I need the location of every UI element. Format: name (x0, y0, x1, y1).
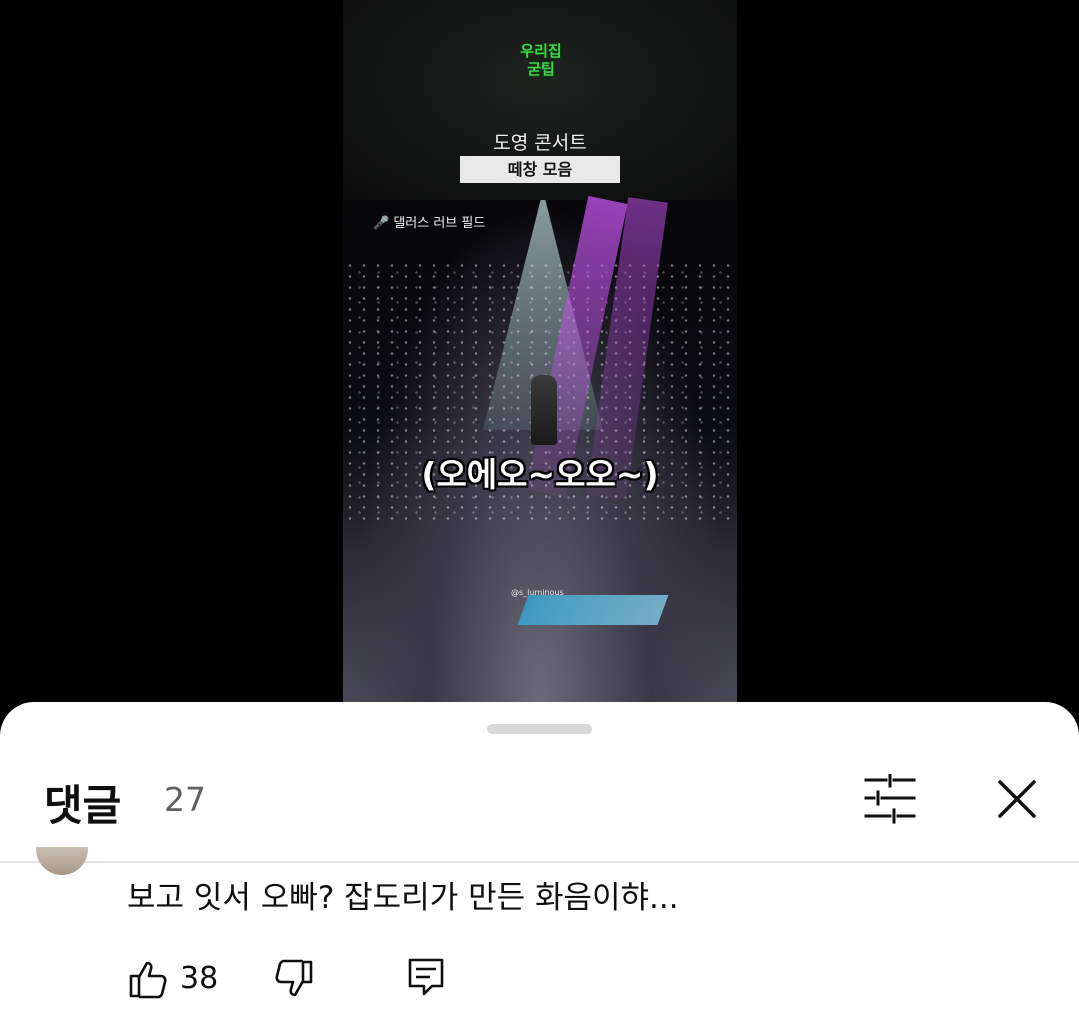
logo-line-2: 굳팁 (527, 60, 555, 78)
performer-figure (531, 375, 557, 445)
thumbs-down-icon (275, 959, 313, 997)
reply-icon (408, 958, 444, 996)
reply-button[interactable] (406, 956, 446, 1000)
like-button[interactable] (127, 958, 169, 1000)
dislike-button[interactable] (273, 958, 315, 1000)
divider (0, 861, 1079, 863)
video-header-panel: 우리집 굳팁 도영 콘서트 떼창 모음 (343, 0, 737, 200)
concert-stage-image: 🎤 댈러스 러브 필드 (오에오~오오~) @s_luminous (343, 195, 737, 703)
comments-title: 댓글 (44, 781, 122, 830)
avatar[interactable] (36, 847, 88, 875)
logo-line-1: 우리집 (520, 42, 562, 60)
close-button[interactable] (994, 776, 1040, 822)
sort-button[interactable] (862, 772, 918, 824)
sort-filter-icon (864, 772, 916, 824)
comments-sheet: 댓글 27 보고 잇서 오빠? 잡도리가 만든 화음이햐... 38 (0, 702, 1079, 1034)
thumbs-up-icon (129, 961, 167, 999)
comment-text: 보고 잇서 오빠? 잡도리가 만든 화음이햐... (127, 880, 679, 916)
channel-logo: 우리집 굳팁 (508, 42, 574, 78)
comments-count: 27 (164, 780, 206, 819)
concert-subtitle: 떼창 모음 (460, 156, 620, 183)
lyrics-caption: (오에오~오오~) (421, 455, 659, 494)
drag-handle[interactable] (487, 724, 592, 734)
like-count: 38 (180, 961, 219, 996)
video-frame[interactable]: 우리집 굳팁 도영 콘서트 떼창 모음 🎤 댈러스 러브 필드 (오에오~오오~… (343, 0, 737, 703)
close-icon (998, 780, 1036, 818)
location-label: 🎤 댈러스 러브 필드 (373, 216, 486, 231)
video-player-area[interactable]: 우리집 굳팁 도영 콘서트 떼창 모음 🎤 댈러스 러브 필드 (오에오~오오~… (0, 0, 1079, 720)
video-watermark: @s_luminous (511, 588, 564, 597)
concert-title: 도영 콘서트 (493, 132, 587, 154)
stage-floor (517, 595, 669, 625)
